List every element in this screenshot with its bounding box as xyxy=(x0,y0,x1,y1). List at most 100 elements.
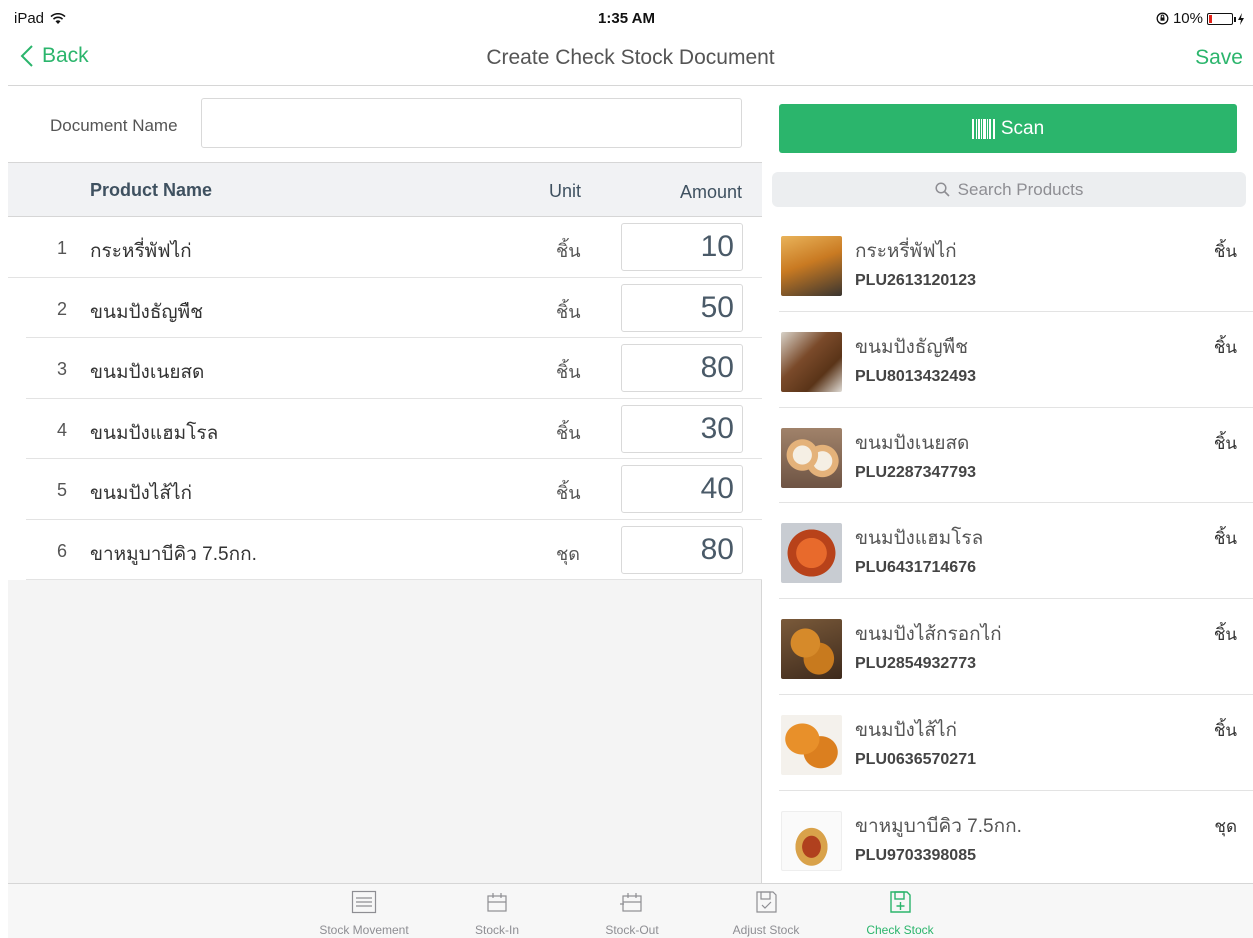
table-row[interactable]: 2 ขนมปังธัญพืช ชิ้น 50 xyxy=(26,278,762,338)
product-unit: ชิ้น xyxy=(1213,337,1237,357)
product-list-item[interactable]: ขนมปังธัญพืช PLU8013432493 ชิ้น xyxy=(779,312,1253,408)
nav-bar: Back Create Check Stock Document Save xyxy=(8,30,1253,86)
row-product-name: ขาหมูบาบีคิว 7.5กก. xyxy=(90,543,257,565)
tab-label: Stock-In xyxy=(474,923,519,937)
product-name: ขนมปังไส้ไก่ xyxy=(855,719,958,741)
product-thumbnail xyxy=(781,714,842,775)
product-list-item[interactable]: ขนมปังไส้ไก่ PLU0636570271 ชิ้น xyxy=(779,695,1253,791)
row-product-name: ขนมปังไส้ไก่ xyxy=(90,483,193,504)
product-plu: PLU2854932773 xyxy=(855,655,976,673)
tab-bar: Stock Movement Stock-In Stock-Out Adjust… xyxy=(8,883,1253,938)
amount-input[interactable]: 40 xyxy=(621,465,743,513)
product-picker-panel: Scan Search Products กระหรี่พัฟไก่ PLU26… xyxy=(763,86,1253,883)
product-plu: PLU2613120123 xyxy=(855,272,976,289)
product-list: กระหรี่พัฟไก่ PLU2613120123 ชิ้น ขนมปังธ… xyxy=(763,216,1253,887)
document-name-row: Document Name xyxy=(8,86,762,163)
table-row[interactable]: 5 ขนมปังไส้ไก่ ชิ้น 40 xyxy=(26,459,762,520)
table-row[interactable]: 1 กระหรี่พัฟไก่ ชิ้น 10 xyxy=(8,217,762,278)
row-number: 3 xyxy=(57,359,68,379)
status-time: 1:35 AM xyxy=(598,10,655,27)
product-thumbnail xyxy=(781,236,842,296)
charging-icon xyxy=(1238,12,1244,25)
amount-input[interactable]: 80 xyxy=(621,344,743,392)
product-plu: PLU2287347793 xyxy=(855,463,976,481)
product-thumbnail xyxy=(781,523,842,584)
product-unit: ชิ้น xyxy=(1213,625,1237,645)
row-product-name: ขนมปังเนยสด xyxy=(90,362,205,383)
search-input[interactable]: Search Products xyxy=(772,172,1246,207)
row-product-name: กระหรี่พัฟไก่ xyxy=(90,241,192,262)
product-thumbnail xyxy=(781,619,842,680)
search-icon xyxy=(935,182,950,197)
row-unit: ชิ้น xyxy=(556,241,581,261)
document-name-input[interactable] xyxy=(201,98,742,148)
product-list-item[interactable]: ขาหมูบาบีคิว 7.5กก. PLU9703398085 ชุด xyxy=(779,791,1253,887)
header-product-name: Product Name xyxy=(90,180,213,200)
product-unit: ชิ้น xyxy=(1213,433,1237,453)
scan-button[interactable]: Scan xyxy=(779,104,1237,153)
row-number: 6 xyxy=(57,540,68,561)
product-list-item[interactable]: กระหรี่พัฟไก่ PLU2613120123 ชิ้น xyxy=(779,216,1253,312)
product-list-item[interactable]: ขนมปังแฮมโรล PLU6431714676 ชิ้น xyxy=(779,503,1253,600)
table-row[interactable]: 4 ขนมปังแฮมโรล ชิ้น 30 xyxy=(26,399,762,459)
tab-check-stock[interactable]: Check Stock xyxy=(858,890,942,937)
product-plu: PLU0636570271 xyxy=(855,750,976,768)
table-row[interactable]: 6 ขาหมูบาบีคิว 7.5กก. ชุด 80 xyxy=(26,520,762,580)
row-unit: ชิ้น xyxy=(556,422,581,443)
table-row[interactable]: 3 ขนมปังเนยสด ชิ้น 80 xyxy=(26,338,762,399)
document-name-label: Document Name xyxy=(50,116,178,135)
amount-input[interactable]: 10 xyxy=(621,223,743,271)
product-unit: ชิ้น xyxy=(1213,242,1237,261)
table-header: Product Name Unit Amount xyxy=(8,163,762,217)
row-number: 1 xyxy=(57,238,68,258)
check-doc-icon xyxy=(890,891,911,913)
status-bar: iPad 1:35 AM 10% xyxy=(0,0,1253,30)
tab-label: Stock-Out xyxy=(605,923,659,937)
product-list-item[interactable]: ขนมปังเนยสด PLU2287347793 ชิ้น xyxy=(779,408,1253,504)
row-number: 2 xyxy=(57,298,68,319)
tab-adjust-stock[interactable]: Adjust Stock xyxy=(724,890,808,937)
product-name: ขนมปังแฮมโรล xyxy=(855,528,984,550)
product-name: ขาหมูบาบีคิว 7.5กก. xyxy=(855,815,1022,837)
box-in-icon xyxy=(487,893,507,912)
scan-label: Scan xyxy=(1000,117,1045,139)
tab-stock-in[interactable]: Stock-In xyxy=(460,890,534,937)
product-plu: PLU8013432493 xyxy=(855,367,976,385)
tab-label: Stock Movement xyxy=(319,923,409,937)
search-placeholder: Search Products xyxy=(957,179,1084,199)
row-unit: ชิ้น xyxy=(556,362,581,382)
battery-icon xyxy=(1207,12,1236,25)
document-panel: Document Name Product Name Unit Amount 1… xyxy=(8,86,762,883)
row-number: 5 xyxy=(57,480,68,500)
row-product-name: ขนมปังธัญพืช xyxy=(90,301,204,323)
product-plu: PLU6431714676 xyxy=(855,559,976,577)
product-name: กระหรี่พัฟไก่ xyxy=(855,241,957,262)
product-list-item[interactable]: ขนมปังไส้กรอกไก่ PLU2854932773 ชิ้น xyxy=(779,599,1253,695)
product-name: ขนมปังธัญพืช xyxy=(855,336,969,358)
row-product-name: ขนมปังแฮมโรล xyxy=(90,422,219,444)
tab-label: Check Stock xyxy=(866,923,934,937)
row-number: 4 xyxy=(57,419,68,440)
product-unit: ชุด xyxy=(1214,816,1237,836)
product-name: ขนมปังไส้กรอกไก่ xyxy=(855,624,1002,646)
list-icon xyxy=(351,890,377,914)
rotation-lock-icon xyxy=(1156,12,1169,25)
header-unit: Unit xyxy=(549,181,582,201)
amount-input[interactable]: 30 xyxy=(621,404,743,453)
tab-stock-movement[interactable]: Stock Movement xyxy=(308,890,420,937)
product-plu: PLU9703398085 xyxy=(855,846,976,864)
save-button[interactable]: Save xyxy=(1195,46,1243,70)
amount-input[interactable]: 80 xyxy=(621,525,743,574)
amount-input[interactable]: 50 xyxy=(621,283,743,332)
row-unit: ชิ้น xyxy=(556,483,581,503)
product-thumbnail xyxy=(781,427,842,488)
page-title: Create Check Stock Document xyxy=(486,46,775,69)
tab-stock-out[interactable]: Stock-Out xyxy=(594,890,670,937)
box-out-icon xyxy=(620,893,642,912)
product-thumbnail xyxy=(781,810,842,871)
product-thumbnail xyxy=(781,331,842,392)
row-unit: ชุด xyxy=(556,543,580,564)
battery-percent: 10% xyxy=(1172,10,1203,27)
barcode-icon xyxy=(971,118,995,139)
product-table: 1 กระหรี่พัฟไก่ ชิ้น 10 2 ขนมปังธัญพืช ช… xyxy=(8,217,762,580)
